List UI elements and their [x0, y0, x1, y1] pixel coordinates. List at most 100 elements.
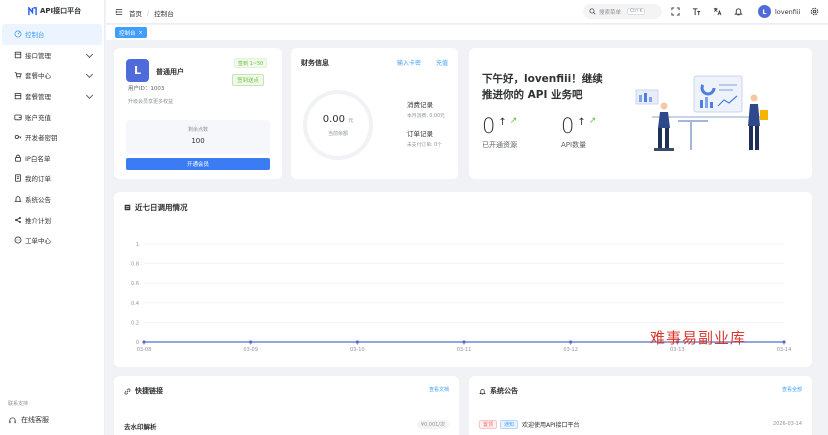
welcome-line-1: 下午好，lovenfiii！继续 [482, 73, 603, 85]
sidebar-item-7[interactable]: 我的订单 [2, 168, 102, 189]
finance-title: 财务信息 [301, 59, 329, 67]
tab-dashboard[interactable]: 控制台 × [115, 27, 147, 38]
language-icon[interactable] [713, 7, 722, 16]
balance-ring: 0.00 元 当前余额 [303, 90, 373, 160]
online-service-button[interactable]: 在线客服 [8, 415, 49, 425]
data-point[interactable] [462, 340, 466, 344]
view-all-link[interactable]: 查看全部 [782, 386, 802, 393]
breadcrumb-home[interactable]: 首页 [129, 8, 142, 18]
announcements-title: 系统公告 [479, 386, 518, 396]
logo-icon [28, 6, 37, 15]
header-username[interactable]: lovenfiii [775, 8, 800, 16]
open-membership-button[interactable]: 开通会员 [126, 158, 270, 170]
dashboard-icon [14, 30, 22, 38]
cart-icon [14, 72, 22, 79]
checkin-reward-badge: 签到 1~50 [234, 58, 268, 68]
balance-label: 当前余额 [327, 131, 348, 137]
x-tick-label: 03-14 [777, 347, 792, 353]
data-point[interactable] [249, 340, 253, 344]
headset-icon [9, 416, 16, 423]
user-id: 用户ID：1003 [128, 86, 165, 92]
sidebar-item-label: 控制台 [25, 31, 45, 40]
sidebar-item-8[interactable]: 系统公告 [2, 189, 102, 210]
app-logo[interactable]: API接口平台 [0, 0, 104, 22]
key-icon [14, 135, 22, 140]
sidebar-item-label: 工单中心 [25, 237, 51, 246]
points-label: 剩余点数 [187, 127, 208, 133]
trend-up-icon: ↗ [509, 116, 518, 126]
search-input[interactable]: 搜索菜单 Ctrl K [583, 4, 662, 19]
sidebar-item-2[interactable]: 套餐中心 [2, 65, 102, 86]
y-tick-label: 0 [136, 340, 139, 346]
collapse-menu-icon[interactable] [115, 8, 123, 16]
user-avatar[interactable]: L [758, 5, 771, 18]
top-header: 首页 / 控制台 搜索菜单 Ctrl K L lovenfiii [106, 0, 828, 24]
order-summary: 未支付订单: 0个 [407, 143, 442, 148]
search-placeholder: 搜索菜单 [599, 9, 622, 16]
share-icon [15, 216, 21, 223]
recharge-link[interactable]: 充值 [436, 58, 448, 67]
user-card-avatar: L [126, 59, 149, 82]
business-illustration [635, 75, 768, 151]
consume-record-link[interactable]: 消费记录 [407, 99, 433, 109]
sidebar-item-label: 套餐管理 [25, 93, 51, 102]
breadcrumb-current: 控制台 [154, 10, 174, 18]
watermark-text: 难事易副业库 [650, 329, 747, 347]
sidebar-item-label: 我的订单 [25, 175, 51, 184]
balance-value: 0.00 [322, 114, 346, 125]
quick-links-title: 快捷链接 [124, 386, 163, 396]
consume-summary: 本月消费: 0.00元 [407, 114, 445, 119]
chevron-down-icon [85, 71, 94, 79]
data-point[interactable] [142, 340, 146, 344]
y-tick-label: 1 [136, 242, 139, 248]
y-tick-label: 0.8 [131, 262, 139, 268]
resources-count: 0 [482, 114, 496, 138]
data-point[interactable] [355, 340, 359, 344]
tab-close-icon[interactable]: × [139, 30, 143, 36]
search-icon [589, 8, 596, 15]
sidebar-item-6[interactable]: IP白名单 [2, 148, 102, 169]
fullscreen-icon[interactable] [671, 7, 680, 16]
announcement-item[interactable]: 置顶 通知 欢迎使用API接口平台 [479, 420, 580, 429]
x-tick-label: 03-08 [137, 347, 152, 353]
data-point[interactable] [782, 340, 786, 344]
points-balance-box: 剩余点数 100 [126, 120, 270, 154]
quick-links-title-text: 快捷链接 [135, 387, 163, 395]
welcome-line-2: 推进你的 API 业务吧 [482, 89, 583, 101]
sidebar-item-1[interactable]: 接口管理 [2, 45, 102, 66]
view-docs-link[interactable]: 查看文档 [429, 386, 449, 393]
checkin-button[interactable]: 签到送点 [232, 74, 265, 86]
order-icon [15, 174, 21, 183]
arrow-up-icon: ↑ [498, 117, 507, 128]
x-tick-label: 03-10 [350, 347, 365, 353]
wallet-icon [14, 114, 22, 120]
balance-unit: 元 [348, 118, 354, 124]
order-record-link[interactable]: 订单记录 [407, 128, 433, 138]
sidebar-item-9[interactable]: 推介计划 [2, 209, 102, 230]
sidebar-item-3[interactable]: 套餐管理 [2, 86, 102, 107]
sidebar-item-0[interactable]: 控制台 [2, 24, 102, 45]
upgrade-hint: 升级会员享更多权益 [128, 99, 174, 105]
settings-gear-icon[interactable] [810, 7, 819, 16]
notification-bell-icon[interactable] [734, 7, 743, 16]
sidebar-item-5[interactable]: 开发者密钥 [2, 127, 102, 148]
x-tick-label: 03-11 [457, 347, 472, 353]
x-tick-label: 03-12 [563, 347, 578, 353]
y-tick-label: 0.6 [131, 281, 139, 287]
font-size-icon[interactable] [692, 7, 701, 16]
tags-bar: 控制台 × [106, 25, 828, 40]
redeem-card-link[interactable]: 输入卡密 [397, 58, 421, 67]
x-tick-label: 03-09 [243, 347, 258, 353]
support-label: 联系支持 [8, 401, 29, 407]
sidebar-item-4[interactable]: 账户充值 [2, 106, 102, 127]
sidebar-item-10[interactable]: 工单中心 [2, 230, 102, 251]
data-point[interactable] [569, 340, 573, 344]
bell-icon [14, 196, 22, 202]
bell-icon [479, 388, 486, 395]
welcome-card: 下午好，lovenfiii！继续 推进你的 API 业务吧 0 ↑ ↗ 已开通资源 … [469, 48, 812, 179]
breadcrumb-separator: / [147, 9, 150, 17]
search-shortcut: Ctrl K [627, 8, 646, 15]
api-count: 0 [561, 114, 575, 138]
quick-link-item[interactable]: 去水印解析 [124, 421, 157, 431]
interface-icon [14, 51, 22, 59]
